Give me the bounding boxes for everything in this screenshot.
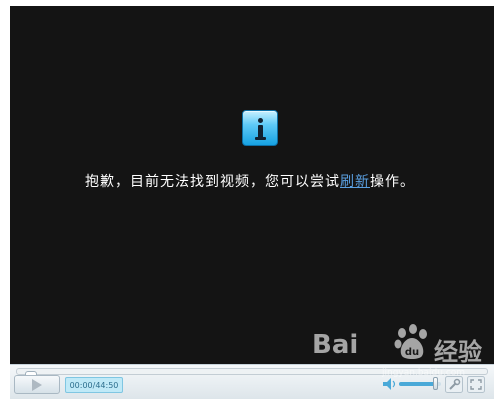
play-button[interactable]: [14, 375, 60, 394]
speaker-icon[interactable]: [383, 378, 397, 390]
video-player-page: 抱歉，目前无法找到视频，您可以尝试刷新操作。 00:00/44:50 Bai d…: [0, 0, 500, 399]
error-message-suffix: 操作。: [370, 174, 415, 190]
wrench-icon[interactable]: [445, 376, 463, 393]
fullscreen-icon[interactable]: [467, 376, 485, 393]
volume-handle[interactable]: [432, 377, 438, 390]
info-icon: [242, 110, 278, 146]
time-display: 00:00/44:50: [65, 377, 123, 393]
control-bar: 00:00/44:50: [10, 364, 494, 399]
volume-fill: [399, 382, 435, 386]
progress-bar[interactable]: [16, 368, 488, 379]
play-icon: [32, 379, 42, 391]
refresh-link[interactable]: 刷新: [340, 174, 370, 190]
error-message-text: 抱歉，目前无法找到视频，您可以尝试: [85, 174, 340, 190]
volume-slider[interactable]: [399, 377, 441, 390]
error-message: 抱歉，目前无法找到视频，您可以尝试刷新操作。: [0, 171, 500, 191]
